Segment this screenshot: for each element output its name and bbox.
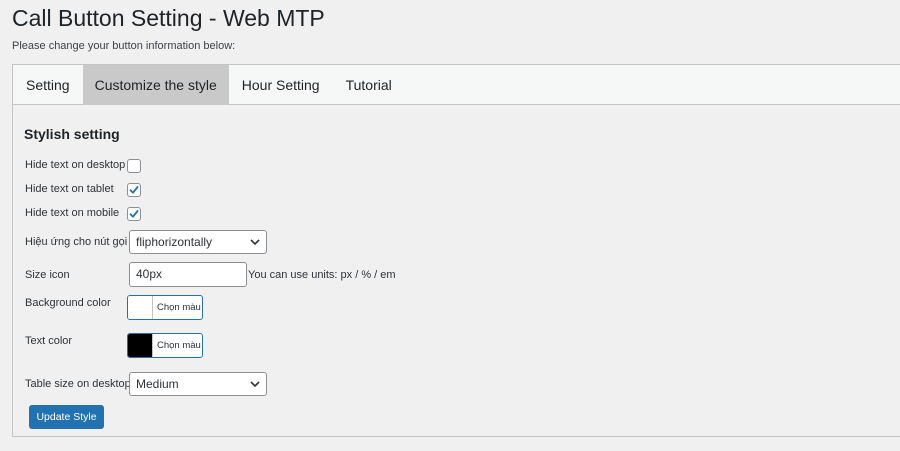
tab-customize-style[interactable]: Customize the style <box>82 65 229 105</box>
effect-select[interactable]: fliphorizontally <box>129 230 267 254</box>
text-color-label: Text color <box>25 335 73 347</box>
table-size-select[interactable]: Medium <box>129 372 267 396</box>
hide-tablet-checkbox[interactable] <box>127 183 141 197</box>
table-size-select-value: Medium <box>136 377 179 391</box>
page-subtitle: Please change your button information be… <box>12 40 236 52</box>
effect-label: Hiệu ứng cho nút gọi <box>25 236 128 248</box>
chevron-down-icon <box>250 381 260 388</box>
hide-mobile-checkbox[interactable] <box>127 207 141 221</box>
size-units-hint: You can use units: px / % / em <box>248 269 396 281</box>
settings-panel: Setting Customize the style Hour Setting… <box>12 64 900 437</box>
checkmark-icon <box>129 210 139 218</box>
text-color-swatch <box>128 334 153 357</box>
text-color-button-label: Chọn màu <box>157 340 201 351</box>
background-color-label: Background color <box>25 297 111 309</box>
hide-mobile-label: Hide text on mobile <box>25 207 120 219</box>
tab-hour-setting[interactable]: Hour Setting <box>229 65 333 105</box>
effect-select-value: fliphorizontally <box>136 235 213 249</box>
background-color-button-label: Chọn màu <box>157 302 201 313</box>
hide-tablet-label: Hide text on tablet <box>25 183 114 195</box>
chevron-down-icon <box>250 239 260 246</box>
size-icon-input[interactable]: 40px <box>129 262 247 287</box>
tab-setting[interactable]: Setting <box>13 65 83 105</box>
hide-desktop-checkbox[interactable] <box>127 159 141 173</box>
section-title: Stylish setting <box>24 126 120 142</box>
checkmark-icon <box>129 186 139 194</box>
page-title: Call Button Setting - Web MTP <box>12 5 325 31</box>
background-color-swatch <box>128 296 153 319</box>
text-color-picker[interactable]: Chọn màu <box>127 333 203 358</box>
table-size-label: Table size on desktop <box>25 378 131 390</box>
size-icon-label: Size icon <box>25 269 70 281</box>
hide-desktop-label: Hide text on desktop <box>25 159 126 171</box>
update-style-button[interactable]: Update Style <box>29 405 104 429</box>
background-color-picker[interactable]: Chọn màu <box>127 295 203 320</box>
tab-bar: Setting Customize the style Hour Setting… <box>13 65 900 105</box>
tab-tutorial[interactable]: Tutorial <box>333 65 405 105</box>
